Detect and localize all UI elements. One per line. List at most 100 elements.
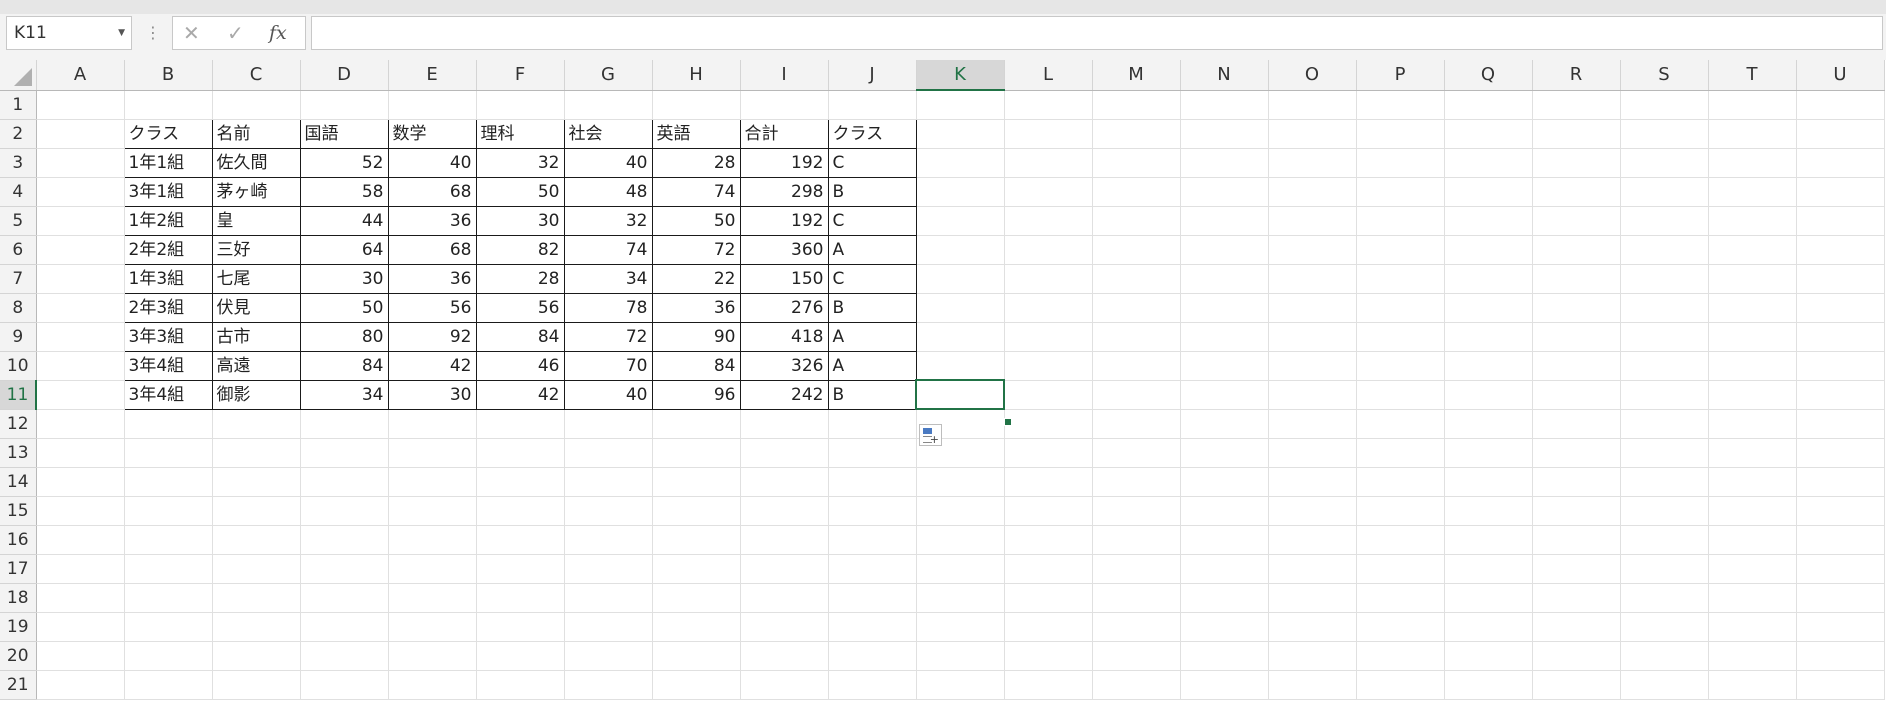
cell-o1[interactable] bbox=[1268, 90, 1357, 120]
cell-q15[interactable] bbox=[1444, 496, 1533, 526]
cell-q6[interactable] bbox=[1444, 235, 1533, 265]
table-cell[interactable]: 28 bbox=[651, 147, 741, 178]
cell-f20[interactable] bbox=[476, 641, 565, 671]
cell-i13[interactable] bbox=[740, 438, 829, 468]
cell-n6[interactable] bbox=[1180, 235, 1269, 265]
table-cell[interactable]: 84 bbox=[299, 350, 389, 381]
cell-a3[interactable] bbox=[36, 148, 125, 178]
cell-r1[interactable] bbox=[1532, 90, 1621, 120]
cell-m10[interactable] bbox=[1092, 351, 1181, 381]
cell-g18[interactable] bbox=[564, 583, 653, 613]
cell-s4[interactable] bbox=[1620, 177, 1709, 207]
table-cell[interactable]: 48 bbox=[563, 176, 653, 207]
cell-d15[interactable] bbox=[300, 496, 389, 526]
column-header-a[interactable]: A bbox=[36, 60, 125, 91]
cell-n20[interactable] bbox=[1180, 641, 1269, 671]
column-header-s[interactable]: S bbox=[1620, 60, 1709, 91]
table-cell[interactable]: 42 bbox=[387, 350, 477, 381]
cell-s12[interactable] bbox=[1620, 409, 1709, 439]
table-cell[interactable]: 1年1組 bbox=[123, 147, 213, 178]
table-cell[interactable]: 28 bbox=[475, 263, 565, 294]
cell-g19[interactable] bbox=[564, 612, 653, 642]
cell-f12[interactable] bbox=[476, 409, 565, 439]
cell-c18[interactable] bbox=[212, 583, 301, 613]
row-header-17[interactable]: 17 bbox=[0, 554, 37, 584]
cell-m12[interactable] bbox=[1092, 409, 1181, 439]
table-cell[interactable]: 78 bbox=[563, 292, 653, 323]
table-cell[interactable]: B bbox=[827, 176, 917, 207]
cell-u8[interactable] bbox=[1796, 293, 1885, 323]
cell-q14[interactable] bbox=[1444, 467, 1533, 497]
column-header-o[interactable]: O bbox=[1268, 60, 1357, 91]
row-header-15[interactable]: 15 bbox=[0, 496, 37, 526]
cell-j17[interactable] bbox=[828, 554, 917, 584]
cell-e12[interactable] bbox=[388, 409, 477, 439]
cell-b20[interactable] bbox=[124, 641, 213, 671]
cell-a9[interactable] bbox=[36, 322, 125, 352]
cell-s20[interactable] bbox=[1620, 641, 1709, 671]
cell-p20[interactable] bbox=[1356, 641, 1445, 671]
cell-r9[interactable] bbox=[1532, 322, 1621, 352]
table-cell[interactable]: 72 bbox=[651, 234, 741, 265]
row-header-9[interactable]: 9 bbox=[0, 322, 37, 352]
cell-k9[interactable] bbox=[916, 322, 1005, 352]
cell-p16[interactable] bbox=[1356, 525, 1445, 555]
row-header-13[interactable]: 13 bbox=[0, 438, 37, 468]
cell-r6[interactable] bbox=[1532, 235, 1621, 265]
column-header-t[interactable]: T bbox=[1708, 60, 1797, 91]
cell-j12[interactable] bbox=[828, 409, 917, 439]
cell-k4[interactable] bbox=[916, 177, 1005, 207]
cell-h17[interactable] bbox=[652, 554, 741, 584]
cell-e16[interactable] bbox=[388, 525, 477, 555]
cell-m1[interactable] bbox=[1092, 90, 1181, 120]
cell-b15[interactable] bbox=[124, 496, 213, 526]
cell-k5[interactable] bbox=[916, 206, 1005, 236]
cell-n7[interactable] bbox=[1180, 264, 1269, 294]
cell-u1[interactable] bbox=[1796, 90, 1885, 120]
cell-l17[interactable] bbox=[1004, 554, 1093, 584]
cell-s13[interactable] bbox=[1620, 438, 1709, 468]
cell-l1[interactable] bbox=[1004, 90, 1093, 120]
cell-g12[interactable] bbox=[564, 409, 653, 439]
table-cell[interactable]: C bbox=[827, 205, 917, 236]
cell-p4[interactable] bbox=[1356, 177, 1445, 207]
row-header-10[interactable]: 10 bbox=[0, 351, 37, 381]
cell-l11[interactable] bbox=[1004, 380, 1093, 410]
cell-h21[interactable] bbox=[652, 670, 741, 700]
table-header-cell[interactable]: クラス bbox=[827, 118, 917, 149]
cell-u6[interactable] bbox=[1796, 235, 1885, 265]
cell-e1[interactable] bbox=[388, 90, 477, 120]
cell-f21[interactable] bbox=[476, 670, 565, 700]
cell-a16[interactable] bbox=[36, 525, 125, 555]
cell-a2[interactable] bbox=[36, 119, 125, 149]
cell-i15[interactable] bbox=[740, 496, 829, 526]
table-cell[interactable]: 40 bbox=[563, 147, 653, 178]
cell-d14[interactable] bbox=[300, 467, 389, 497]
cell-s11[interactable] bbox=[1620, 380, 1709, 410]
cell-t9[interactable] bbox=[1708, 322, 1797, 352]
active-cell[interactable] bbox=[915, 379, 1005, 410]
vertical-dots-icon[interactable]: ⋮ bbox=[145, 16, 161, 50]
table-cell[interactable]: 50 bbox=[299, 292, 389, 323]
cell-q9[interactable] bbox=[1444, 322, 1533, 352]
cell-u13[interactable] bbox=[1796, 438, 1885, 468]
row-header-7[interactable]: 7 bbox=[0, 264, 37, 294]
insert-function-icon[interactable]: fx bbox=[269, 17, 287, 49]
cell-n21[interactable] bbox=[1180, 670, 1269, 700]
cell-a13[interactable] bbox=[36, 438, 125, 468]
column-header-f[interactable]: F bbox=[476, 60, 565, 91]
cell-m11[interactable] bbox=[1092, 380, 1181, 410]
cell-t5[interactable] bbox=[1708, 206, 1797, 236]
table-cell[interactable]: 30 bbox=[299, 263, 389, 294]
table-cell[interactable]: 326 bbox=[739, 350, 829, 381]
cell-l10[interactable] bbox=[1004, 351, 1093, 381]
cell-l19[interactable] bbox=[1004, 612, 1093, 642]
cell-h19[interactable] bbox=[652, 612, 741, 642]
cell-j16[interactable] bbox=[828, 525, 917, 555]
cell-r2[interactable] bbox=[1532, 119, 1621, 149]
table-cell[interactable]: 2年3組 bbox=[123, 292, 213, 323]
cell-g20[interactable] bbox=[564, 641, 653, 671]
cell-s16[interactable] bbox=[1620, 525, 1709, 555]
table-cell[interactable]: 360 bbox=[739, 234, 829, 265]
cell-o15[interactable] bbox=[1268, 496, 1357, 526]
